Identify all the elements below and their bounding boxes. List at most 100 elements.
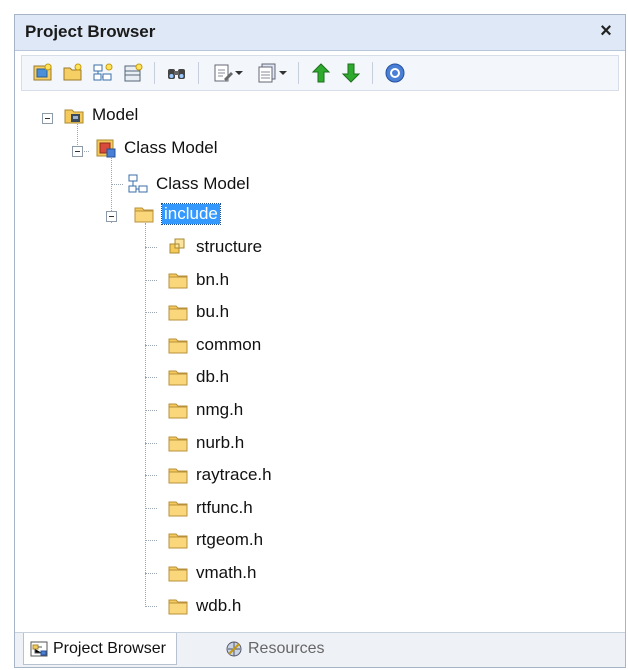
folder-icon — [134, 207, 154, 223]
new-element-icon — [124, 63, 143, 82]
class-diagram-icon — [128, 174, 148, 193]
collapse-include-toggle[interactable] — [106, 211, 117, 222]
resources-icon — [226, 641, 242, 657]
tree-label: Model — [92, 105, 139, 124]
new-diagram-button[interactable] — [90, 61, 116, 85]
help-button[interactable] — [382, 61, 408, 85]
package-icon — [96, 139, 116, 158]
tree-label-selected: include — [161, 203, 221, 225]
tree-connector — [145, 279, 157, 281]
tree-connector — [145, 605, 157, 607]
tab-resources[interactable]: Resources — [221, 633, 332, 665]
tree-node-child[interactable]: vmath.h — [167, 558, 256, 588]
model-root-icon — [64, 109, 84, 124]
tree-connector — [145, 344, 157, 346]
folder-icon — [168, 403, 188, 419]
tree-label: raytrace.h — [196, 465, 272, 485]
tree-node-child[interactable]: nmg.h — [167, 395, 243, 425]
folder-icon — [168, 305, 188, 321]
tree-connector — [145, 247, 157, 248]
tree-connector — [145, 223, 146, 607]
collapse-model-toggle[interactable] — [42, 113, 53, 124]
view-options-button[interactable] — [252, 61, 292, 85]
folder-icon — [168, 468, 188, 484]
title-bar: Project Browser × — [15, 15, 625, 51]
tree-connector — [145, 377, 157, 379]
tree-label: db.h — [196, 367, 230, 387]
collapse-class-model-toggle[interactable] — [72, 146, 83, 157]
project-tree: Model Class Model Class Model include st… — [15, 93, 625, 633]
move-up-icon — [311, 63, 331, 83]
tree-connector — [145, 507, 157, 509]
folder-icon — [168, 273, 188, 289]
tree-label: Class Model — [156, 174, 250, 193]
move-down-icon — [341, 63, 361, 83]
tree-node-child[interactable]: common — [167, 330, 261, 360]
toolbar-separator — [198, 62, 199, 84]
tree-node-class-model-diagram[interactable]: Class Model — [127, 169, 250, 199]
new-diagram-icon — [93, 63, 113, 81]
tree-label: rtfunc.h — [196, 497, 253, 517]
new-model-icon — [33, 63, 52, 81]
new-element-button[interactable] — [120, 61, 146, 85]
tree-node-child[interactable]: db.h — [167, 362, 229, 392]
tree-connector — [145, 475, 157, 477]
tree-node-model[interactable]: Model — [63, 100, 138, 130]
toolbar-separator — [372, 62, 373, 84]
tree-label: nmg.h — [196, 400, 244, 419]
tree-node-child[interactable]: nurb.h — [167, 428, 244, 458]
tree-node-include[interactable]: include — [133, 199, 221, 229]
toolbar — [21, 55, 619, 91]
tree-label: vmath.h — [196, 563, 257, 582]
edit-options-button[interactable] — [208, 61, 248, 85]
chevron-down-icon — [279, 71, 287, 75]
new-package-button[interactable] — [60, 61, 86, 85]
folder-icon — [168, 436, 188, 452]
folder-icon — [168, 533, 188, 549]
tree-connector — [145, 540, 157, 542]
tree-node-child[interactable]: structure — [167, 232, 262, 262]
tree-node-child[interactable]: bn.h — [167, 265, 229, 295]
tab-label: Resources — [248, 640, 325, 657]
project-browser-panel: Project Browser × Model Class Model Clas… — [14, 14, 626, 668]
bottom-tabs: Project Browser Resources — [15, 632, 625, 667]
tab-project-browser[interactable]: Project Browser — [23, 633, 177, 665]
new-model-button[interactable] — [30, 61, 56, 85]
tab-label: Project Browser — [53, 639, 166, 657]
tree-connector — [145, 573, 157, 574]
tree-label: rtgeom.h — [196, 530, 264, 550]
tree-label: nurb.h — [196, 432, 245, 452]
folder-icon — [168, 338, 188, 354]
close-button[interactable]: × — [595, 20, 617, 42]
toolbar-separator — [154, 62, 155, 84]
tree-connector — [145, 312, 157, 314]
tree-label: Class Model — [124, 138, 218, 157]
tree-node-child[interactable]: rtfunc.h — [167, 493, 253, 523]
tree-label: bu.h — [196, 302, 230, 322]
tree-label: wdb.h — [196, 595, 242, 615]
move-up-button[interactable] — [308, 61, 334, 85]
tree-connector — [145, 410, 157, 411]
tree-node-class-model-package[interactable]: Class Model — [95, 133, 218, 163]
chevron-down-icon — [235, 71, 243, 75]
new-package-icon — [63, 63, 82, 81]
panel-title: Project Browser — [25, 22, 156, 41]
tree-node-child[interactable]: rtgeom.h — [167, 525, 263, 555]
tree-connector — [111, 184, 123, 185]
view-options-icon — [258, 63, 276, 83]
project-browser-icon — [30, 641, 48, 656]
tree-connector — [145, 442, 157, 444]
move-down-button[interactable] — [338, 61, 364, 85]
help-icon — [385, 63, 405, 83]
tree-node-child[interactable]: raytrace.h — [167, 460, 272, 490]
tree-node-child[interactable]: bu.h — [167, 297, 229, 327]
toolbar-separator — [298, 62, 299, 84]
tree-label: common — [196, 334, 262, 354]
folder-icon — [168, 566, 188, 582]
find-button[interactable] — [164, 61, 190, 85]
find-icon — [168, 69, 185, 79]
class-element-icon — [169, 238, 185, 254]
folder-icon — [168, 501, 188, 517]
tree-node-child[interactable]: wdb.h — [167, 591, 241, 621]
edit-options-icon — [214, 64, 233, 82]
